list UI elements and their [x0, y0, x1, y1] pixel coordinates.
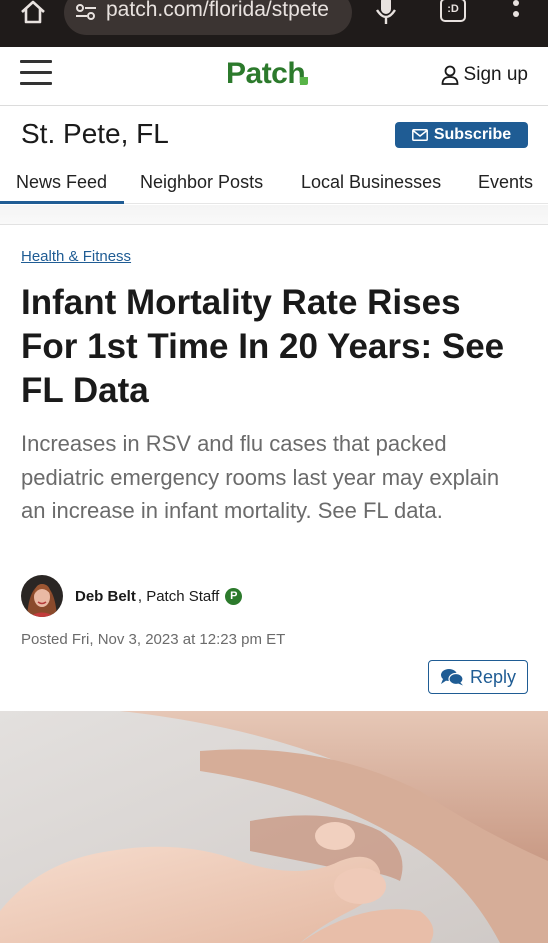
microphone-icon[interactable]: [372, 0, 400, 24]
tab-local-businesses[interactable]: Local Businesses: [301, 172, 441, 193]
article-hero-image[interactable]: [0, 711, 548, 943]
site-header: Patch Sign up: [0, 47, 548, 106]
author-name[interactable]: Deb Belt: [75, 588, 136, 605]
active-tab-indicator: [0, 201, 124, 204]
reply-label: Reply: [469, 666, 517, 687]
url-text[interactable]: patch.com/florida/stpete: [106, 0, 344, 22]
article-headline: Infant Mortality Rate Rises For 1st Time…: [21, 283, 505, 410]
site-settings-icon[interactable]: [74, 2, 98, 22]
home-icon[interactable]: [18, 0, 48, 24]
byline: Deb Belt, Patch Staff P: [21, 574, 243, 618]
divider-band: [0, 205, 548, 225]
author-role: , Patch Staff: [137, 587, 220, 605]
section-nav: News Feed Neighbor Posts Local Businesse…: [0, 162, 548, 204]
logo-text: Patch: [226, 57, 306, 90]
comments-icon: [440, 669, 464, 686]
tab-switcher-icon[interactable]: :D: [440, 0, 466, 22]
hamburger-menu-icon[interactable]: [20, 60, 52, 88]
user-icon: [441, 65, 458, 85]
logo-check-icon: [300, 77, 309, 85]
posted-date: Posted Fri, Nov 3, 2023 at 12:23 pm ET: [21, 631, 286, 648]
browser-toolbar: patch.com/florida/stpete :D: [0, 0, 548, 47]
subscribe-label: Subscribe: [433, 126, 512, 143]
author-avatar[interactable]: [21, 575, 63, 617]
sign-up-label: Sign up: [463, 64, 528, 85]
address-bar[interactable]: patch.com/florida/stpete: [64, 0, 352, 35]
sign-up-button[interactable]: Sign up: [441, 64, 528, 86]
tab-news-feed[interactable]: News Feed: [16, 172, 107, 193]
subscribe-button[interactable]: Subscribe: [395, 122, 528, 148]
patch-logo[interactable]: Patch: [226, 57, 309, 91]
patch-staff-badge-icon: P: [225, 587, 243, 605]
tab-neighbor-posts[interactable]: Neighbor Posts: [140, 172, 263, 193]
location-header: St. Pete, FL Subscribe: [0, 106, 548, 162]
tab-events[interactable]: Events: [478, 172, 533, 193]
category-link[interactable]: Health & Fitness: [21, 248, 131, 265]
location-title: St. Pete, FL: [21, 118, 169, 149]
reply-button[interactable]: Reply: [428, 660, 528, 694]
mail-icon: [411, 129, 428, 141]
author-role-text: Patch Staff: [146, 587, 220, 605]
browser-menu-icon[interactable]: [508, 0, 524, 24]
article-summary: Increases in RSV and flu cases that pack…: [21, 431, 500, 523]
